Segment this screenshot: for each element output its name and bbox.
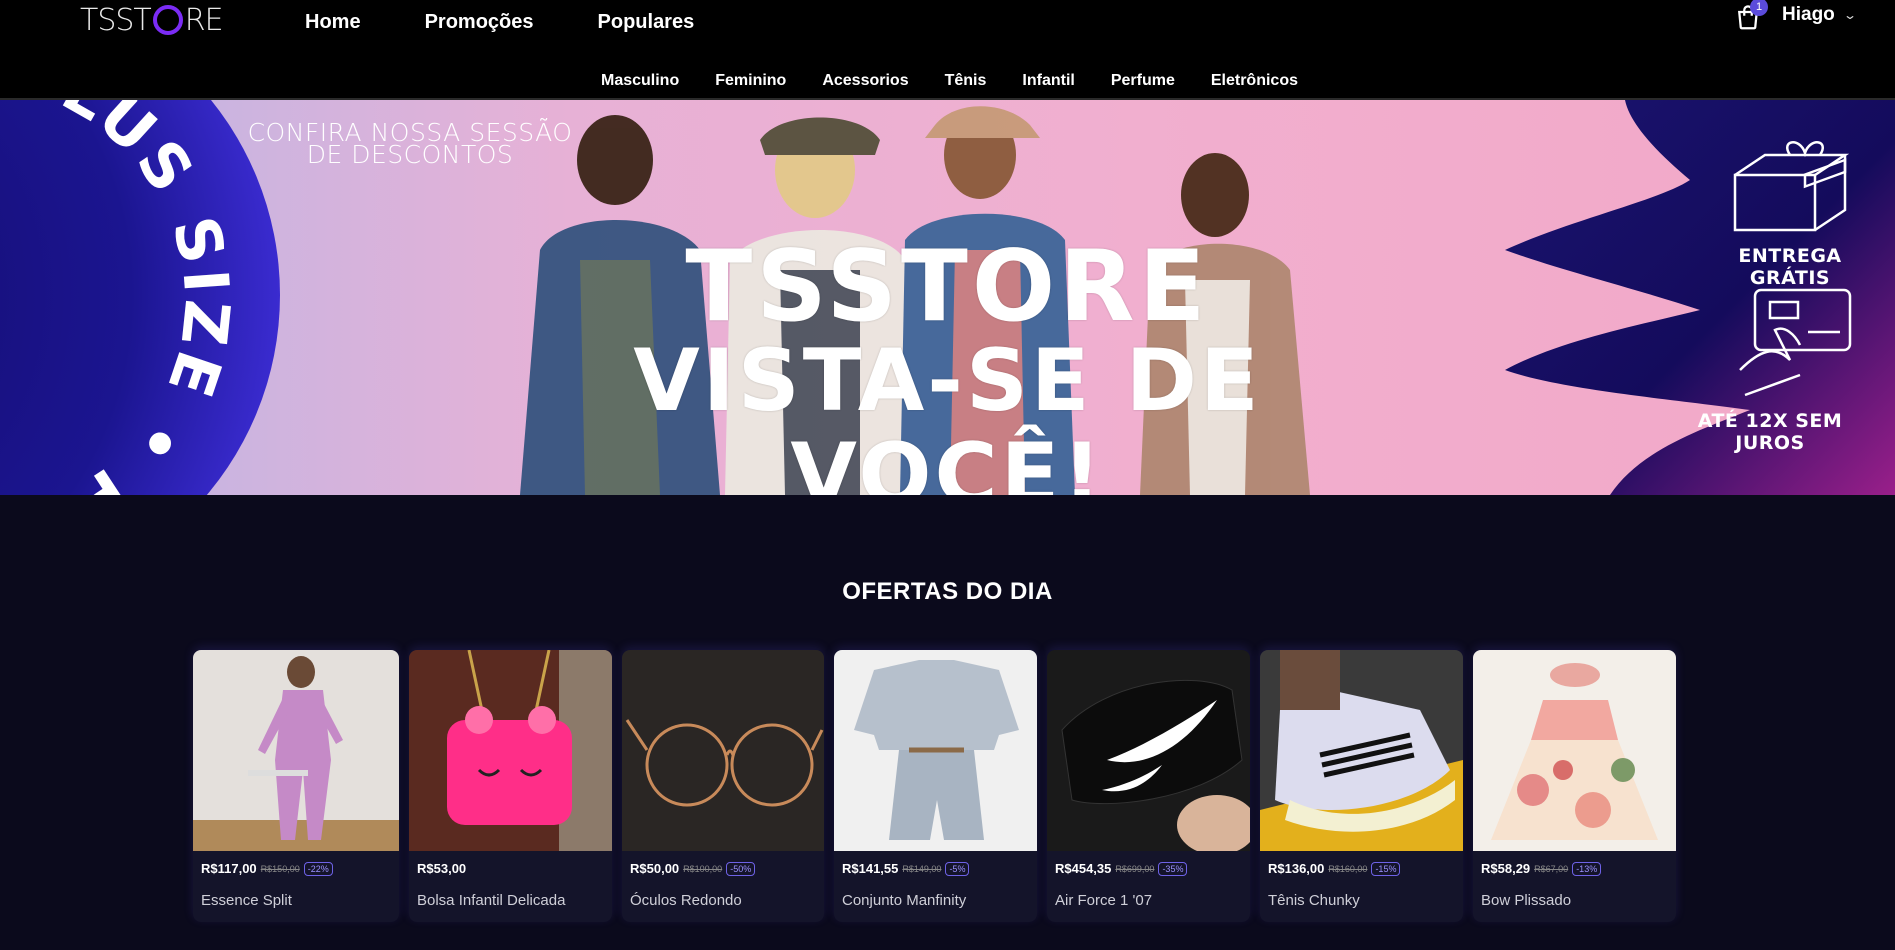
category-acessorios[interactable]: Acessorios bbox=[822, 70, 908, 92]
product-old-price: R$67,00 bbox=[1534, 863, 1569, 874]
product-name[interactable]: Tênis Chunky bbox=[1268, 892, 1360, 909]
product-card[interactable]: R$58,29 R$67,00 -13% Bow Plissado bbox=[1473, 650, 1676, 922]
discount-badge: -22% bbox=[303, 861, 333, 876]
category-nav: Masculino Feminino Acessorios Tênis Infa… bbox=[0, 70, 1895, 92]
nav-popular-link[interactable]: Populares bbox=[598, 8, 695, 36]
product-image[interactable] bbox=[193, 650, 399, 851]
category-feminino[interactable]: Feminino bbox=[715, 70, 786, 92]
user-name: Hiago bbox=[1782, 4, 1835, 25]
price-row: R$50,00 R$100,00 -50% bbox=[630, 861, 756, 876]
product-price: R$53,00 bbox=[417, 861, 467, 876]
product-image[interactable] bbox=[1473, 650, 1676, 851]
free-shipping-label: ENTREGA GRÁTIS bbox=[1738, 245, 1842, 289]
product-old-price: R$699,00 bbox=[1115, 863, 1155, 874]
product-price: R$454,35 bbox=[1055, 861, 1112, 876]
product-card[interactable]: R$117,00 R$150,00 -22% Essence Split bbox=[193, 650, 399, 922]
price-row: R$136,00 R$160,00 -15% bbox=[1268, 861, 1401, 876]
product-image[interactable] bbox=[409, 650, 612, 851]
discount-badge: -50% bbox=[726, 861, 756, 876]
offers-list: R$117,00 R$150,00 -22% Essence Split R$5… bbox=[193, 650, 1686, 922]
nav-promotions-link[interactable]: Promoções bbox=[425, 8, 534, 36]
product-price: R$136,00 bbox=[1268, 861, 1325, 876]
hero-banner[interactable]: PLUS SIZE • PLUS SIZE bbox=[0, 100, 1895, 495]
banner-brand-title: TSSTORE VISTA-SE DE VOCÊ! bbox=[540, 238, 1355, 495]
nav-home-link[interactable]: Home bbox=[305, 8, 361, 36]
price-row: R$117,00 R$150,00 -22% bbox=[201, 861, 333, 876]
product-card[interactable]: R$136,00 R$160,00 -15% Tênis Chunky bbox=[1260, 650, 1463, 922]
product-old-price: R$100,00 bbox=[683, 863, 723, 874]
product-name[interactable]: Óculos Redondo bbox=[630, 892, 742, 909]
product-name[interactable]: Bow Plissado bbox=[1481, 892, 1571, 909]
product-card[interactable]: R$141,55 R$149,00 -5% Conjunto Manfinity bbox=[834, 650, 1037, 922]
category-infantil[interactable]: Infantil bbox=[1022, 70, 1074, 92]
product-image[interactable] bbox=[834, 650, 1037, 851]
cart-count-badge: 1 bbox=[1750, 0, 1768, 16]
discount-badge: -13% bbox=[1572, 861, 1602, 876]
product-image[interactable] bbox=[622, 650, 824, 851]
brand-tagline: VISTA-SE DE VOCÊ! bbox=[633, 331, 1262, 495]
cart-button[interactable]: 1 bbox=[1733, 0, 1768, 32]
user-menu[interactable]: Hiago ⌄ bbox=[1782, 4, 1857, 26]
product-name[interactable]: Conjunto Manfinity bbox=[842, 892, 966, 909]
product-old-price: R$160,00 bbox=[1328, 863, 1368, 874]
product-old-price: R$150,00 bbox=[260, 863, 300, 874]
installments-label: ATÉ 12X SEM JUROS bbox=[1697, 410, 1843, 454]
product-old-price: R$149,00 bbox=[902, 863, 942, 874]
product-image[interactable] bbox=[1047, 650, 1250, 851]
top-header: TSST RE Home Promoções Populares 1 Hiago … bbox=[0, 0, 1895, 100]
promo-line-2: DE DESCONTOS bbox=[306, 140, 514, 169]
chevron-down-icon: ⌄ bbox=[1842, 8, 1857, 22]
price-row: R$53,00 bbox=[417, 861, 466, 876]
price-row: R$454,35 R$699,00 -35% bbox=[1055, 861, 1188, 876]
store-logo[interactable]: TSST RE bbox=[80, 2, 224, 38]
product-image[interactable] bbox=[1260, 650, 1463, 851]
promo-headline: CONFIRA NOSSA SESSÃO DE DESCONTOS bbox=[245, 120, 575, 169]
price-row: R$141,55 R$149,00 -5% bbox=[842, 861, 970, 876]
product-price: R$141,55 bbox=[842, 861, 899, 876]
price-row: R$58,29 R$67,00 -13% bbox=[1481, 861, 1602, 876]
discount-badge: -5% bbox=[945, 861, 970, 876]
product-card[interactable]: R$454,35 R$699,00 -35% Air Force 1 '07 bbox=[1047, 650, 1250, 922]
product-price: R$58,29 bbox=[1481, 861, 1531, 876]
category-eletronicos[interactable]: Eletrônicos bbox=[1211, 70, 1298, 92]
product-price: R$50,00 bbox=[630, 861, 680, 876]
brand-name: TSSTORE bbox=[685, 230, 1210, 344]
main-nav: Home Promoções Populares bbox=[305, 8, 758, 36]
product-name[interactable]: Essence Split bbox=[201, 892, 292, 909]
discount-badge: -15% bbox=[1371, 861, 1401, 876]
category-perfume[interactable]: Perfume bbox=[1111, 70, 1175, 92]
logo-ring-icon bbox=[152, 5, 183, 35]
category-masculino[interactable]: Masculino bbox=[601, 70, 679, 92]
offers-section-title: OFERTAS DO DIA bbox=[842, 578, 1053, 605]
category-tenis[interactable]: Tênis bbox=[945, 70, 987, 92]
product-card[interactable]: R$50,00 R$100,00 -50% Óculos Redondo bbox=[622, 650, 824, 922]
product-name[interactable]: Bolsa Infantil Delicada bbox=[417, 892, 565, 909]
product-name[interactable]: Air Force 1 '07 bbox=[1055, 892, 1152, 909]
product-price: R$117,00 bbox=[201, 861, 257, 876]
discount-badge: -35% bbox=[1158, 861, 1188, 876]
product-card[interactable]: R$53,00 Bolsa Infantil Delicada bbox=[409, 650, 612, 922]
